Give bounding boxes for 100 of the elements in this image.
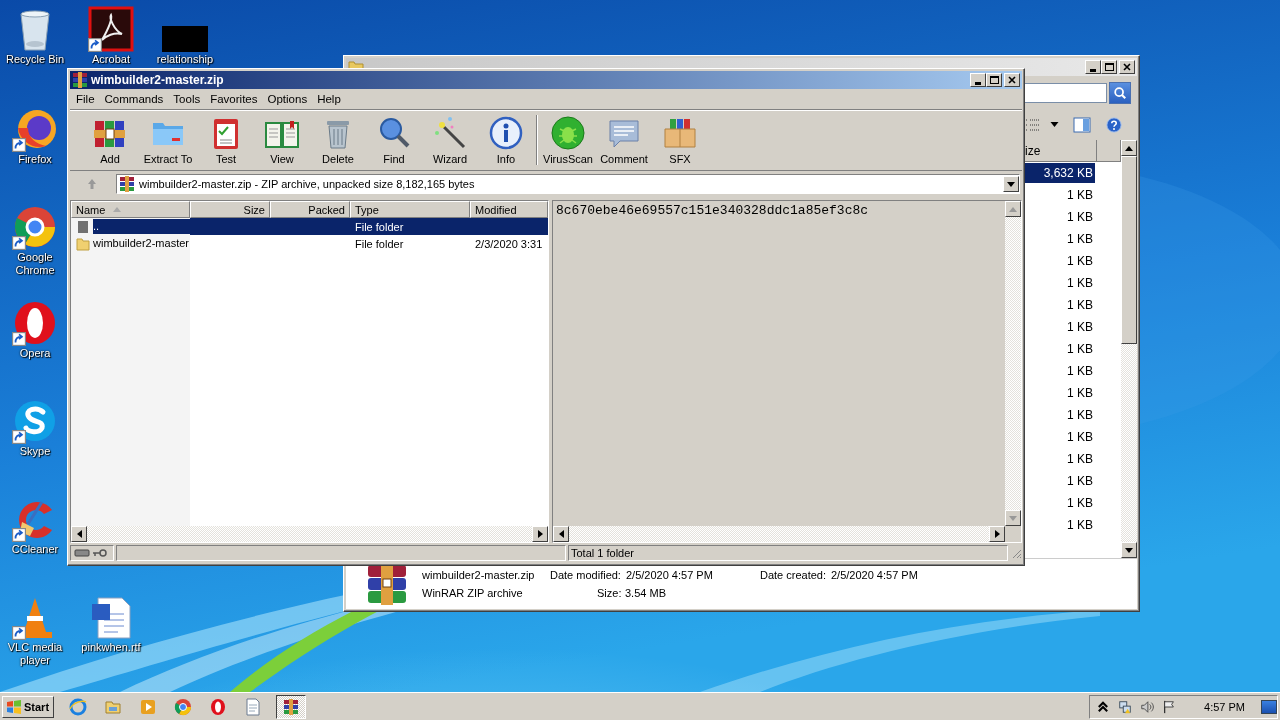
desktop-icon-label[interactable]: Skype (19, 445, 51, 458)
search-button[interactable] (1109, 82, 1131, 104)
column-header[interactable]: Type (350, 201, 470, 218)
help-icon[interactable] (1105, 117, 1123, 133)
menu-item[interactable]: Commands (100, 93, 170, 105)
chat-icon[interactable] (12, 398, 58, 444)
taskbar-button[interactable] (276, 694, 306, 719)
key-icon (92, 549, 108, 557)
view-list-icon[interactable] (1023, 117, 1041, 133)
size-cell[interactable]: 1 KB (1025, 383, 1095, 403)
close-button[interactable] (1119, 60, 1135, 74)
toolbar-button[interactable]: SFX (652, 112, 708, 168)
toolbar-button[interactable]: VirusScan (540, 112, 596, 168)
size-cell[interactable]: 1 KB (1025, 229, 1095, 249)
size-cell[interactable]: 1 KB (1025, 449, 1095, 469)
browser-icon[interactable] (12, 204, 58, 250)
status-text: Total 1 folder (568, 545, 1008, 561)
menu-item[interactable]: Options (263, 93, 314, 105)
toolbar-button[interactable]: Wizard (422, 112, 478, 168)
size-cell[interactable]: 1 KB (1025, 427, 1095, 447)
size-cell[interactable]: 1 KB (1025, 295, 1095, 315)
table-cell-text: File folder (354, 220, 405, 233)
minimize-button[interactable] (970, 73, 986, 87)
size-cell[interactable]: 1 KB (1025, 405, 1095, 425)
size-cell[interactable]: 3,632 KB (1025, 163, 1095, 183)
size-cell[interactable]: 1 KB (1025, 207, 1095, 227)
toolbar-button[interactable]: Find (366, 112, 422, 168)
search-field[interactable] (1023, 83, 1107, 103)
toolbar-button[interactable]: Delete (310, 112, 366, 168)
start-button[interactable]: Start (2, 695, 54, 718)
column-header[interactable]: Name (71, 201, 190, 218)
scroll-down-button[interactable] (1005, 510, 1021, 526)
menu-item[interactable]: Favorites (206, 93, 264, 105)
column-header[interactable]: ize (1025, 140, 1097, 162)
volume-icon[interactable] (1140, 699, 1155, 714)
path-combobox[interactable]: wimbuilder2-master.zip - ZIP archive, unpacked size 8,182,165 bytes (116, 174, 1020, 194)
size-cell[interactable]: 1 KB (1025, 515, 1095, 535)
detail-label: Size: (597, 586, 623, 600)
detail-label: Date created: (760, 568, 828, 582)
size-cell[interactable]: 1 KB (1025, 471, 1095, 491)
size-cell[interactable]: 1 KB (1025, 361, 1095, 381)
menu-item[interactable]: Tools (169, 93, 207, 105)
scroll-down-button[interactable] (1121, 542, 1137, 558)
menu-item[interactable]: File (72, 93, 101, 105)
network-icon[interactable] (1118, 699, 1133, 714)
desktop-icon-label[interactable]: Google Chrome (4, 251, 66, 277)
archive-icon (282, 697, 300, 716)
scrollbar[interactable] (1121, 140, 1137, 558)
size-cell[interactable]: 1 KB (1025, 493, 1095, 513)
toolbar-button[interactable]: Add (82, 112, 138, 168)
o-ring-icon[interactable] (12, 300, 58, 346)
scroll-up-button[interactable] (1005, 201, 1021, 217)
desktop-icon-label[interactable]: CCleaner (11, 543, 59, 556)
scrollbar[interactable] (1005, 201, 1021, 526)
size-cell[interactable]: 1 KB (1025, 317, 1095, 337)
clock[interactable]: 4:57 PM (1204, 700, 1245, 713)
toolbar-button[interactable]: Test (198, 112, 254, 168)
scrollbar-thumb[interactable] (1121, 156, 1137, 344)
maximize-button[interactable] (986, 73, 1002, 87)
scrollbar[interactable] (71, 526, 548, 542)
desktop-icon-label[interactable]: Firefox (18, 153, 52, 166)
column-header[interactable]: Size (190, 201, 270, 218)
column-header[interactable]: Packed (270, 201, 350, 218)
toolbar-button[interactable]: Extract To (138, 112, 198, 168)
dropdown-button[interactable] (1003, 176, 1019, 192)
show-desktop-button[interactable] (1261, 699, 1277, 714)
close-button[interactable] (1004, 73, 1020, 87)
flag-icon[interactable] (1162, 699, 1177, 714)
toolbar-button[interactable]: View (254, 112, 310, 168)
scroll-up-button[interactable] (1121, 140, 1137, 156)
scroll-right-button[interactable] (532, 526, 548, 542)
scrollbar[interactable] (553, 526, 1005, 542)
scroll-right-button[interactable] (989, 526, 1005, 542)
folder-up-icon (76, 219, 90, 234)
toolbar-button[interactable]: Info (478, 112, 534, 168)
file-name[interactable]: wimbuilder2-master (93, 236, 191, 251)
scroll-left-button[interactable] (71, 526, 87, 542)
desktop-icon-label[interactable]: relationship (156, 53, 214, 66)
size-cell[interactable]: 1 KB (1025, 185, 1095, 205)
maximize-button[interactable] (1101, 60, 1117, 74)
pdf-icon[interactable] (88, 6, 134, 52)
preview-pane-icon[interactable] (1073, 117, 1091, 133)
minimize-button[interactable] (1085, 60, 1101, 74)
menu-item[interactable]: Help (313, 93, 347, 105)
caret-icon[interactable] (1050, 122, 1059, 128)
desktop-icon-label[interactable]: Acrobat (92, 53, 130, 66)
file-name[interactable]: .. (93, 219, 190, 234)
column-header[interactable]: Modified (470, 201, 548, 218)
o-ring-icon (209, 697, 227, 716)
size-cell[interactable]: 1 KB (1025, 251, 1095, 271)
resize-grip-icon[interactable] (1010, 547, 1022, 559)
size-cell[interactable]: 1 KB (1025, 339, 1095, 359)
magic-wand-icon (432, 115, 468, 151)
desktop-icon-label[interactable]: Opera (19, 347, 51, 360)
size-cell[interactable]: 1 KB (1025, 273, 1095, 293)
toolbar-button[interactable]: Comment (596, 112, 652, 168)
chevron-icon[interactable] (1096, 699, 1111, 714)
scroll-left-button[interactable] (553, 526, 569, 542)
desktop-icon-label[interactable]: Recycle Bin (5, 53, 65, 66)
comment-text: 8c670ebe46e69557c151e340328ddc1a85ef3c8c (555, 202, 870, 220)
